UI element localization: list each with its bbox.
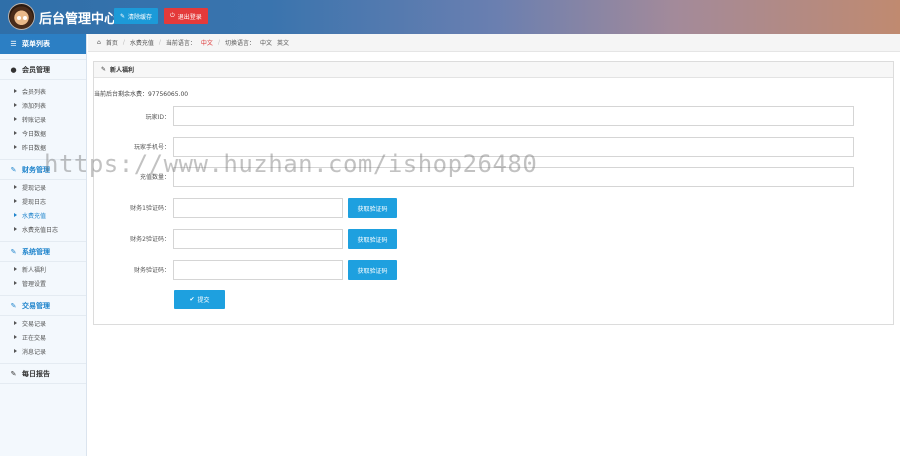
panel-title: 新人福利 <box>110 67 135 74</box>
submit-label: 提交 <box>197 298 210 304</box>
sidebar-item[interactable]: 转账记录 <box>0 112 86 126</box>
check-icon: ✔ <box>189 297 195 303</box>
edit-icon: ✎ <box>10 247 17 256</box>
edit-icon: ✎ <box>10 165 17 174</box>
switch-language-en[interactable]: 英文 <box>277 38 289 47</box>
form-panel: ✎ 新人福利 <box>93 61 894 325</box>
top-header: 后台管理中心 ✎ 清除缓存 ⏻ 退出登录 <box>0 0 900 34</box>
user-icon: ● <box>10 65 17 74</box>
breadcrumb-current: 水费充值 <box>129 40 154 47</box>
sidebar-item[interactable]: 管理设置 <box>0 276 86 290</box>
clear-cache-label: 清除缓存 <box>128 14 153 21</box>
current-language-value: 中文 <box>200 40 213 47</box>
switch-language-label: 切换语言： <box>224 40 255 47</box>
sidebar: ☰ 菜单列表 ● 会员管理 会员列表 添加列表 转账记录 今日数据 昨日数据 ✎… <box>0 34 87 456</box>
edit-icon: ✎ <box>10 369 17 378</box>
player-id-label: 玩家ID： <box>145 114 170 121</box>
sidebar-item[interactable]: 添加列表 <box>0 98 86 112</box>
list-icon: ☰ <box>10 40 17 48</box>
code3-input[interactable] <box>173 260 343 280</box>
app-title: 后台管理中心 <box>39 12 118 27</box>
balance-text: 当前后台剩余水费：97756065.00 <box>94 91 189 98</box>
logout-button[interactable]: ⏻ 退出登录 <box>164 8 208 24</box>
avatar <box>8 3 35 30</box>
home-icon: ⌂ <box>97 39 101 46</box>
watermark-text: https://www.huzhan.com/ishop26480 <box>44 150 538 178</box>
sidebar-item[interactable]: 提现日志 <box>0 194 86 208</box>
submit-button[interactable]: ✔ 提交 <box>174 290 225 309</box>
breadcrumb-home[interactable]: 首页 <box>106 38 118 47</box>
power-icon: ⏻ <box>170 12 175 19</box>
sidebar-group-members[interactable]: ● 会员管理 <box>0 60 86 80</box>
player-id-input[interactable] <box>173 106 854 126</box>
sidebar-group-system[interactable]: ✎ 系统管理 <box>0 242 86 262</box>
code3-label: 财务验证码： <box>133 267 170 274</box>
breadcrumb: ⌂ 首页 / 水费充值 / 当前语言： 中文 / 切换语言： 中文 英文 <box>88 34 900 52</box>
get-code1-button[interactable]: 获取验证码 <box>348 198 397 218</box>
sidebar-item[interactable]: 正在交易 <box>0 330 86 344</box>
sidebar-item[interactable]: 水费充值日志 <box>0 222 86 236</box>
sidebar-menu-title: ☰ 菜单列表 <box>0 34 86 54</box>
logout-label: 退出登录 <box>177 14 202 21</box>
sidebar-item-active[interactable]: 水费充值 <box>0 208 86 222</box>
code2-input[interactable] <box>173 229 343 249</box>
sidebar-item[interactable]: 会员列表 <box>0 84 86 98</box>
edit-icon: ✎ <box>101 66 107 73</box>
code2-label: 财务2验证码： <box>130 236 170 243</box>
sidebar-item[interactable]: 交易记录 <box>0 316 86 330</box>
panel-header: ✎ 新人福利 <box>94 62 893 78</box>
wrench-icon: ✎ <box>120 13 126 20</box>
edit-icon: ✎ <box>10 301 17 310</box>
code1-input[interactable] <box>173 198 343 218</box>
get-code2-button[interactable]: 获取验证码 <box>348 229 397 249</box>
sidebar-item[interactable]: 今日数据 <box>0 126 86 140</box>
clear-cache-button[interactable]: ✎ 清除缓存 <box>114 8 159 24</box>
current-language-label: 当前语言： <box>165 40 196 47</box>
switch-language-zh[interactable]: 中文 <box>260 38 272 47</box>
sidebar-item[interactable]: 提现记录 <box>0 180 86 194</box>
get-code3-button[interactable]: 获取验证码 <box>348 260 397 280</box>
sidebar-group-trading[interactable]: ✎ 交易管理 <box>0 296 86 316</box>
sidebar-group-daily[interactable]: ✎ 每日报告 <box>0 364 86 384</box>
code1-label: 财务1验证码： <box>130 205 170 212</box>
sidebar-item[interactable]: 新人福利 <box>0 262 86 276</box>
sidebar-item[interactable]: 消息记录 <box>0 344 86 358</box>
